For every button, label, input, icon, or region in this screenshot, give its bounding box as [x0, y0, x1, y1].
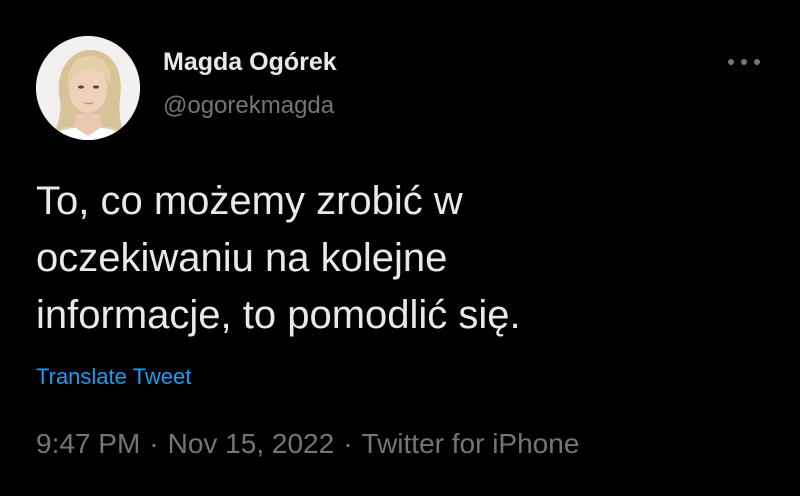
tweet-card: Magda Ogórek @ogorekmagda To, co możemy … [0, 0, 800, 496]
tweet-text: To, co możemy zrobić w oczekiwaniu na ko… [36, 173, 756, 344]
translate-tweet-link[interactable]: Translate Tweet [36, 364, 191, 390]
tweet-time[interactable]: 9:47 PM [36, 428, 140, 459]
profile-photo-icon [36, 36, 140, 140]
more-dots-icon [728, 59, 760, 65]
more-options-button[interactable] [722, 48, 766, 76]
tweet-text-line: informacje, to pomodlić się. [36, 293, 521, 337]
tweet-text-line: oczekiwaniu na kolejne [36, 236, 448, 280]
tweet-text-line: To, co możemy zrobić w [36, 179, 463, 223]
tweet-metadata: 9:47 PM · Nov 15, 2022 · Twitter for iPhone [36, 428, 579, 460]
author-handle[interactable]: @ogorekmagda [163, 92, 334, 120]
separator-dot: · [149, 428, 159, 459]
author-display-name[interactable]: Magda Ogórek [163, 48, 337, 77]
tweet-source[interactable]: Twitter for iPhone [362, 428, 580, 459]
separator-dot: · [343, 428, 353, 459]
avatar[interactable] [36, 36, 140, 140]
tweet-date[interactable]: Nov 15, 2022 [168, 428, 335, 459]
